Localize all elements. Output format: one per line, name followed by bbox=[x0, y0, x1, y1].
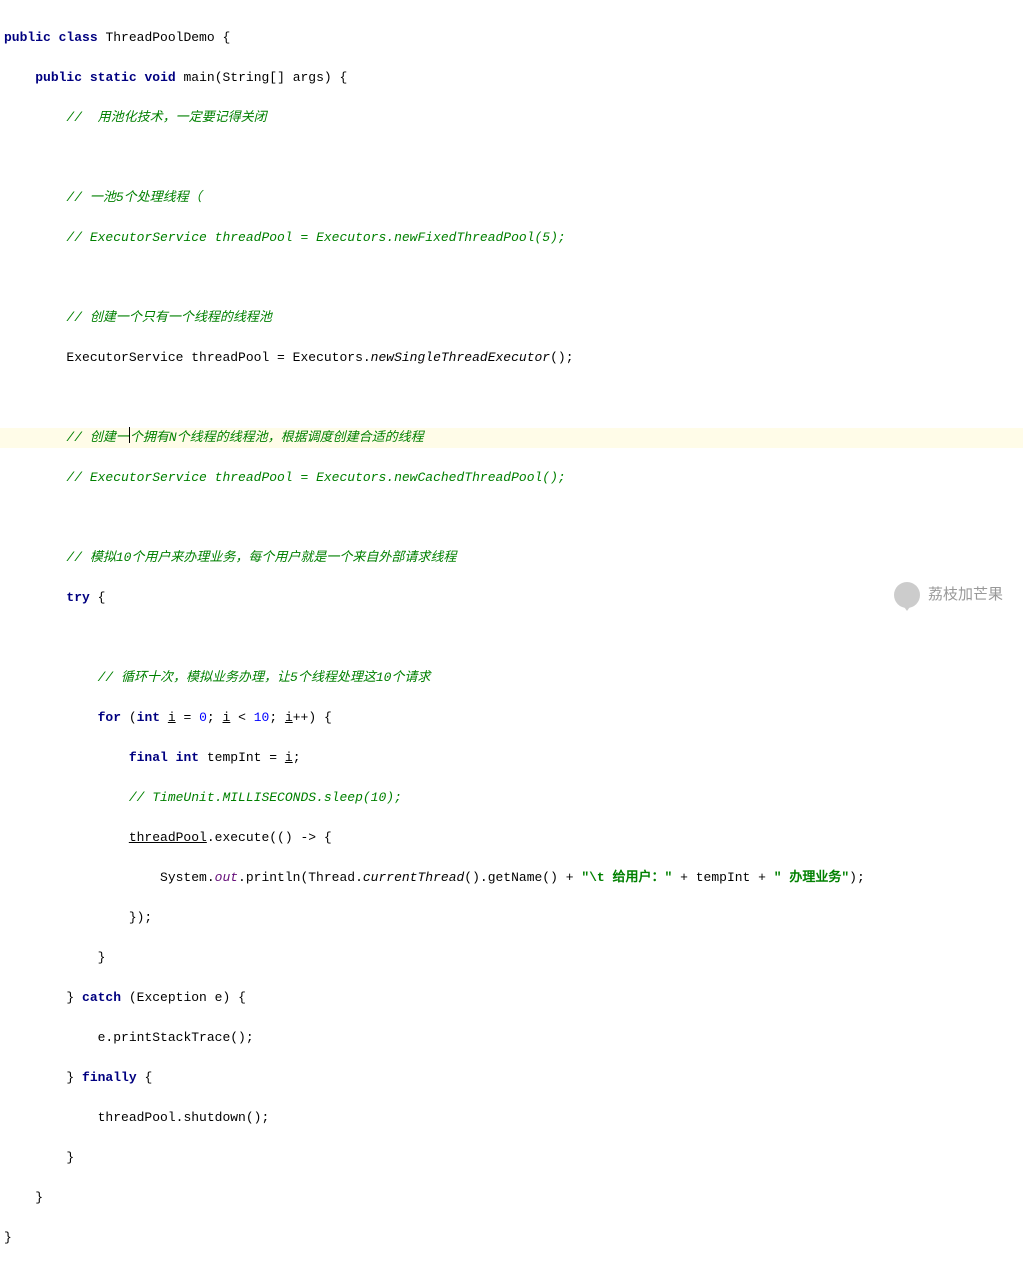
code-line bbox=[4, 388, 1023, 408]
code-line-current: // 创建一个拥有N个线程的线程池，根据调度创建合适的线程 bbox=[0, 428, 1023, 448]
code-line: for (int i = 0; i < 10; i++) { bbox=[4, 708, 1023, 728]
code-line: threadPool.execute(() -> { bbox=[4, 828, 1023, 848]
code-line bbox=[4, 268, 1023, 288]
code-editor[interactable]: public class ThreadPoolDemo { public sta… bbox=[0, 0, 1023, 1268]
code-line: } bbox=[4, 1228, 1023, 1248]
code-line: } bbox=[4, 948, 1023, 968]
code-line: final int tempInt = i; bbox=[4, 748, 1023, 768]
watermark-text: 荔枝加芒果 bbox=[928, 585, 1003, 605]
code-line: threadPool.shutdown(); bbox=[4, 1108, 1023, 1128]
code-line: // 一池5个处理线程（ bbox=[4, 188, 1023, 208]
code-line: // ExecutorService threadPool = Executor… bbox=[4, 468, 1023, 488]
code-line: e.printStackTrace(); bbox=[4, 1028, 1023, 1048]
code-line: // 用池化技术，一定要记得关闭 bbox=[4, 108, 1023, 128]
code-line: public class ThreadPoolDemo { bbox=[4, 28, 1023, 48]
wechat-icon bbox=[894, 582, 920, 608]
code-line: // TimeUnit.MILLISECONDS.sleep(10); bbox=[4, 788, 1023, 808]
code-line: System.out.println(Thread.currentThread(… bbox=[4, 868, 1023, 888]
code-line bbox=[4, 148, 1023, 168]
code-line: // ExecutorService threadPool = Executor… bbox=[4, 228, 1023, 248]
code-line bbox=[4, 508, 1023, 528]
code-line: try { bbox=[4, 588, 1023, 608]
code-line: // 创建一个只有一个线程的线程池 bbox=[4, 308, 1023, 328]
code-line: // 模拟10个用户来办理业务，每个用户就是一个来自外部请求线程 bbox=[4, 548, 1023, 568]
code-line: } bbox=[4, 1188, 1023, 1208]
code-line: } catch (Exception e) { bbox=[4, 988, 1023, 1008]
watermark: 荔枝加芒果 bbox=[894, 582, 1003, 608]
code-line: ExecutorService threadPool = Executors.n… bbox=[4, 348, 1023, 368]
code-line: public static void main(String[] args) { bbox=[4, 68, 1023, 88]
code-line bbox=[4, 628, 1023, 648]
code-line: }); bbox=[4, 908, 1023, 928]
text-cursor bbox=[129, 427, 130, 443]
code-line: // 循环十次，模拟业务办理，让5个线程处理这10个请求 bbox=[4, 668, 1023, 688]
code-line: } bbox=[4, 1148, 1023, 1168]
code-line: } finally { bbox=[4, 1068, 1023, 1088]
